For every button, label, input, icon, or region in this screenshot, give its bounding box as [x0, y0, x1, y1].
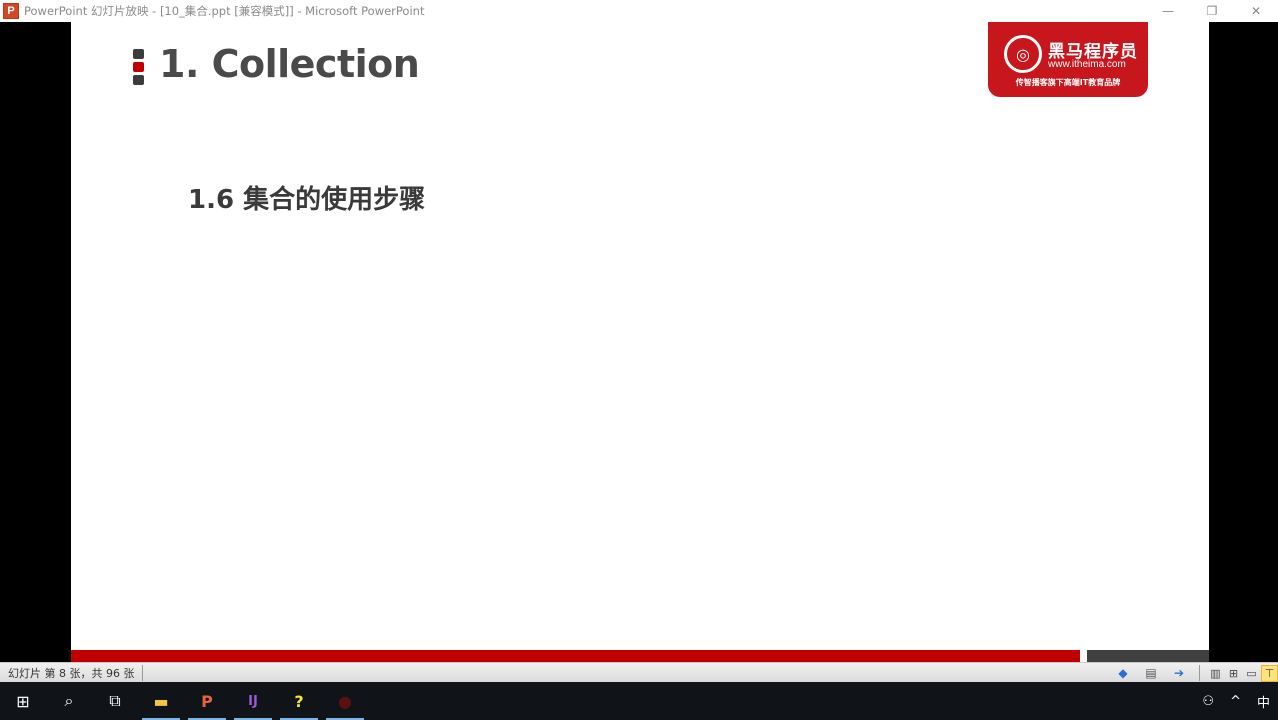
title-decoration-icon [133, 49, 144, 88]
slide-title: 1. Collection [159, 42, 420, 86]
footer-red-bar [71, 650, 1080, 662]
itheima-logo: ◎ 黑马程序员 www.itheima.com 传智播客旗下高端IT教育品牌 [988, 22, 1148, 97]
task-view-icon[interactable]: ⧉ [92, 682, 138, 720]
powerpoint-taskbar-icon[interactable]: P [184, 682, 230, 720]
window-title: PowerPoint 幻灯片放映 - [10_集合.ppt [兼容模式]] - … [24, 4, 425, 18]
start-button[interactable]: ⊞ [0, 682, 46, 720]
people-icon[interactable]: ⚇ [1202, 694, 1214, 709]
logo-slogan: 传智播客旗下高端IT教育品牌 [1015, 78, 1121, 87]
next-slide-icon[interactable]: ➔ [1165, 666, 1193, 680]
slide-sorter-view-icon[interactable]: ⊞ [1225, 665, 1242, 682]
search-icon[interactable]: ⌕ [46, 682, 92, 720]
help-icon[interactable]: ? [276, 682, 322, 720]
slideshow-area[interactable]: 1. Collection 1.6 集合的使用步骤 ◎ 黑马程序员 www.it… [0, 22, 1278, 662]
window-controls: — ❐ ✕ [1146, 0, 1278, 22]
red-app-icon[interactable]: ● [322, 682, 368, 720]
horse-logo-icon: ◎ [1004, 35, 1042, 73]
footer-gray-bar [1087, 650, 1209, 662]
divider [1199, 665, 1200, 681]
ime-indicator[interactable]: 中 [1257, 692, 1270, 711]
logo-url: www.itheima.com [1048, 59, 1126, 70]
show-hidden-icons-chevron-icon[interactable]: ^ [1230, 694, 1241, 709]
minimize-button[interactable]: — [1146, 0, 1190, 22]
status-controls: ◆ ▤ ➔ ▥ ⊞ ▭ ⊤ [1109, 663, 1278, 683]
status-bar: 幻灯片 第 8 张，共 96 张 ◆ ▤ ➔ ▥ ⊞ ▭ ⊤ [0, 662, 1278, 682]
slide-subtitle: 1.6 集合的使用步骤 [188, 185, 426, 215]
powerpoint-icon: P [3, 3, 19, 19]
slideshow-view-icon[interactable]: ⊤ [1261, 664, 1278, 682]
system-tray: ⚇ ^ 中 [1194, 682, 1278, 720]
reading-view-icon[interactable]: ▭ [1243, 665, 1260, 682]
title-bar: P PowerPoint 幻灯片放映 - [10_集合.ppt [兼容模式]] … [0, 0, 1278, 22]
previous-slide-icon[interactable]: ◆ [1109, 666, 1137, 680]
slide-counter: 幻灯片 第 8 张，共 96 张 [8, 664, 144, 681]
notes-icon[interactable]: ▤ [1137, 666, 1165, 680]
taskbar: ⊞ ⌕ ⧉ ▬ P IJ ? ● ⚇ ^ 中 [0, 682, 1278, 720]
file-explorer-icon[interactable]: ▬ [138, 682, 184, 720]
intellij-icon[interactable]: IJ [230, 682, 276, 720]
restore-button[interactable]: ❐ [1190, 0, 1234, 22]
normal-view-icon[interactable]: ▥ [1207, 665, 1224, 682]
close-button[interactable]: ✕ [1234, 0, 1278, 22]
slide[interactable]: 1. Collection 1.6 集合的使用步骤 ◎ 黑马程序员 www.it… [71, 22, 1209, 662]
